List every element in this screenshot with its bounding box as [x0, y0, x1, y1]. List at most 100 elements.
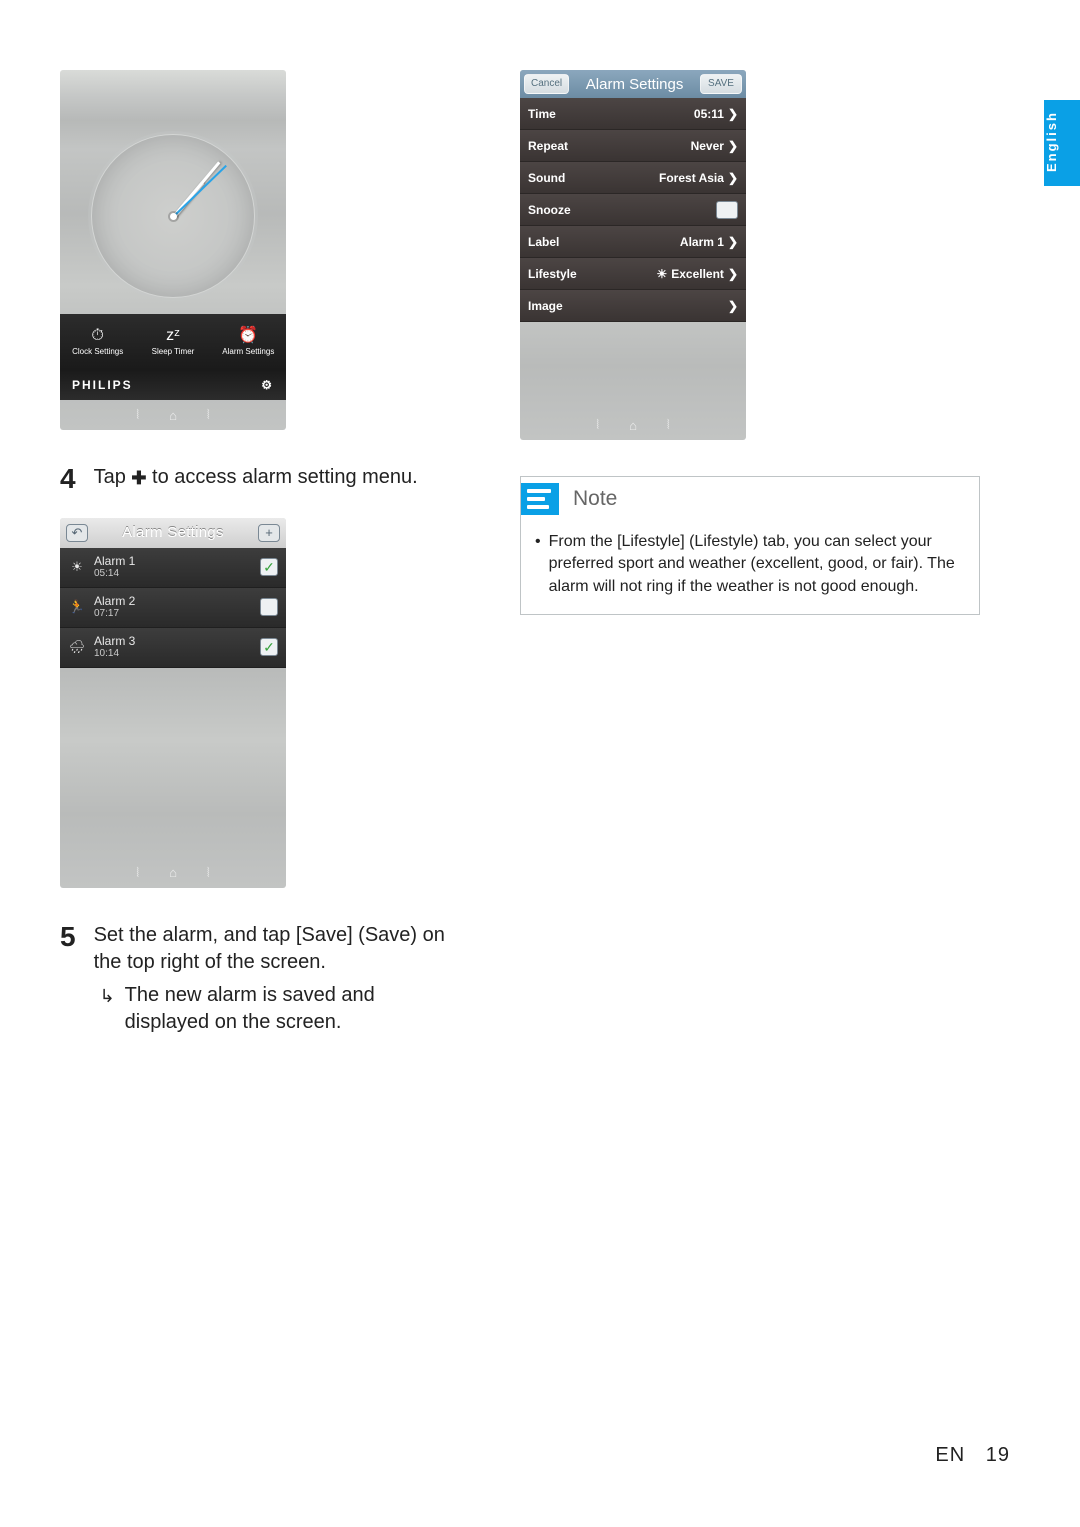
setting-value: Forest Asia [659, 171, 724, 185]
step-sub-text: The new alarm is saved and displayed on … [125, 982, 460, 1036]
clock-tabs: ⏱ Clock Settings zᶻ Sleep Timer ⏰ Alarm … [60, 314, 286, 370]
setting-sound[interactable]: Sound Forest Asia ❯ [520, 162, 746, 194]
nav-recent-icon[interactable]: ⦚ [667, 417, 670, 433]
setting-label: Image [528, 299, 563, 313]
alarm-list-header: ↶ Alarm Settings + [60, 518, 286, 548]
alarm-time: 10:14 [94, 648, 252, 660]
header-title: Alarm Settings [586, 76, 684, 93]
chevron-right-icon: ❯ [728, 235, 738, 249]
setting-label: Label [528, 235, 559, 249]
nav-back-icon[interactable]: ⦚ [136, 865, 139, 881]
screenshot-alarm-list: ↶ Alarm Settings + ☀ Alarm 1 05:14 ✓ 🏃 A… [60, 518, 286, 888]
setting-snooze[interactable]: Snooze [520, 194, 746, 226]
step-text: Set the alarm, and tap [Save] (Save) on … [94, 922, 460, 976]
alarm-row[interactable]: 🌧 Alarm 3 10:14 ✓ [60, 628, 286, 668]
setting-time[interactable]: Time 05:11 ❯ [520, 98, 746, 130]
note-box: Note • From the [Lifestyle] (Lifestyle) … [520, 476, 980, 615]
chevron-right-icon: ❯ [728, 299, 738, 313]
step-number: 5 [60, 918, 76, 1036]
header-title: Alarm Settings [122, 524, 224, 541]
chevron-right-icon: ❯ [728, 107, 738, 121]
back-button[interactable]: ↶ [66, 524, 88, 542]
brand-label: PHILIPS [72, 378, 133, 392]
alarm-row[interactable]: 🏃 Alarm 2 07:17 [60, 588, 286, 628]
setting-label-row[interactable]: Label Alarm 1 ❯ [520, 226, 746, 258]
nav-back-icon[interactable]: ⦚ [136, 407, 139, 423]
tab-sleep-timer[interactable]: zᶻ Sleep Timer [135, 314, 210, 370]
step-5: 5 Set the alarm, and tap [Save] (Save) o… [60, 918, 460, 1036]
edit-header: Cancel Alarm Settings SAVE [520, 70, 746, 98]
step-text-post: to access alarm setting menu. [146, 466, 417, 488]
rain-icon: 🌧 [68, 639, 86, 655]
activity-icon: 🏃 [68, 599, 86, 615]
sub-arrow-icon: ↳ [100, 982, 115, 1036]
clock-center-dot [170, 213, 177, 220]
clock-second-hand [172, 165, 227, 218]
setting-value: Never [691, 139, 724, 153]
nav-back-icon[interactable]: ⦚ [596, 417, 599, 433]
nav-home-icon[interactable]: ⌂ [629, 418, 637, 433]
footer-page-number: 19 [986, 1444, 1010, 1466]
chevron-right-icon: ❯ [728, 267, 738, 281]
setting-label: Repeat [528, 139, 568, 153]
tab-label: Sleep Timer [152, 347, 195, 356]
alarm-checkbox[interactable]: ✓ [260, 558, 278, 576]
setting-image[interactable]: Image ❯ [520, 290, 746, 322]
step-4: 4 Tap ✚ to access alarm setting menu. [60, 460, 460, 498]
sleep-timer-icon: zᶻ [166, 328, 180, 344]
note-icon [521, 483, 559, 515]
alarm-name: Alarm 2 [94, 595, 252, 609]
save-button[interactable]: SAVE [700, 74, 742, 94]
bullet-icon: • [535, 531, 541, 598]
snooze-toggle[interactable] [716, 201, 738, 219]
page-footer: EN 19 [935, 1444, 1010, 1467]
screenshot-clock: ⏱ Clock Settings zᶻ Sleep Timer ⏰ Alarm … [60, 70, 286, 430]
alarm-time: 07:17 [94, 608, 252, 620]
alarm-time: 05:14 [94, 568, 252, 580]
system-nav: ⦚ ⌂ ⦚ [60, 400, 286, 430]
setting-value: Alarm 1 [680, 235, 724, 249]
weather-icon: ☀ [68, 559, 86, 575]
setting-repeat[interactable]: Repeat Never❯ [520, 130, 746, 162]
alarm-label: Alarm 3 10:14 [94, 635, 252, 660]
alarm-settings-icon: ⏰ [238, 328, 258, 344]
add-alarm-button[interactable]: + [258, 524, 280, 542]
language-tab: English [1044, 100, 1080, 186]
tab-clock-settings[interactable]: ⏱ Clock Settings [60, 314, 135, 370]
alarm-checkbox[interactable] [260, 598, 278, 616]
tab-alarm-settings[interactable]: ⏰ Alarm Settings [211, 314, 286, 370]
setting-label: Snooze [528, 203, 571, 217]
plus-icon: ✚ [131, 466, 146, 490]
nav-recent-icon[interactable]: ⦚ [207, 407, 210, 423]
nav-recent-icon[interactable]: ⦚ [207, 865, 210, 881]
alarm-name: Alarm 3 [94, 635, 252, 649]
step-number: 4 [60, 460, 76, 498]
setting-value: 05:11 [694, 107, 724, 121]
cancel-button[interactable]: Cancel [524, 74, 569, 94]
setting-lifestyle[interactable]: Lifestyle ☀Excellent❯ [520, 258, 746, 290]
analog-clock-face [91, 134, 255, 298]
note-text: From the [Lifestyle] (Lifestyle) tab, yo… [549, 531, 965, 598]
gear-icon[interactable]: ⚙ [261, 378, 274, 392]
system-nav: ⦚ ⌂ ⦚ [520, 410, 746, 440]
clock-settings-icon: ⏱ [91, 328, 103, 344]
footer-lang: EN [935, 1444, 965, 1466]
tab-label: Clock Settings [72, 347, 123, 356]
setting-label: Time [528, 107, 556, 121]
nav-home-icon[interactable]: ⌂ [169, 865, 177, 880]
alarm-checkbox[interactable]: ✓ [260, 638, 278, 656]
nav-home-icon[interactable]: ⌂ [169, 408, 177, 423]
weather-excellent-icon: ☀ [656, 267, 667, 281]
note-heading: Note [573, 487, 617, 511]
setting-label: Sound [528, 171, 565, 185]
alarm-row[interactable]: ☀ Alarm 1 05:14 ✓ [60, 548, 286, 588]
alarm-label: Alarm 2 07:17 [94, 595, 252, 620]
tab-label: Alarm Settings [222, 347, 274, 356]
chevron-right-icon: ❯ [728, 171, 738, 185]
alarm-name: Alarm 1 [94, 555, 252, 569]
alarm-label: Alarm 1 05:14 [94, 555, 252, 580]
brand-bar: PHILIPS ⚙ [60, 370, 286, 400]
screenshot-alarm-edit: Cancel Alarm Settings SAVE Time 05:11 ❯ R… [520, 70, 746, 440]
setting-label: Lifestyle [528, 267, 577, 281]
system-nav: ⦚ ⌂ ⦚ [60, 858, 286, 888]
